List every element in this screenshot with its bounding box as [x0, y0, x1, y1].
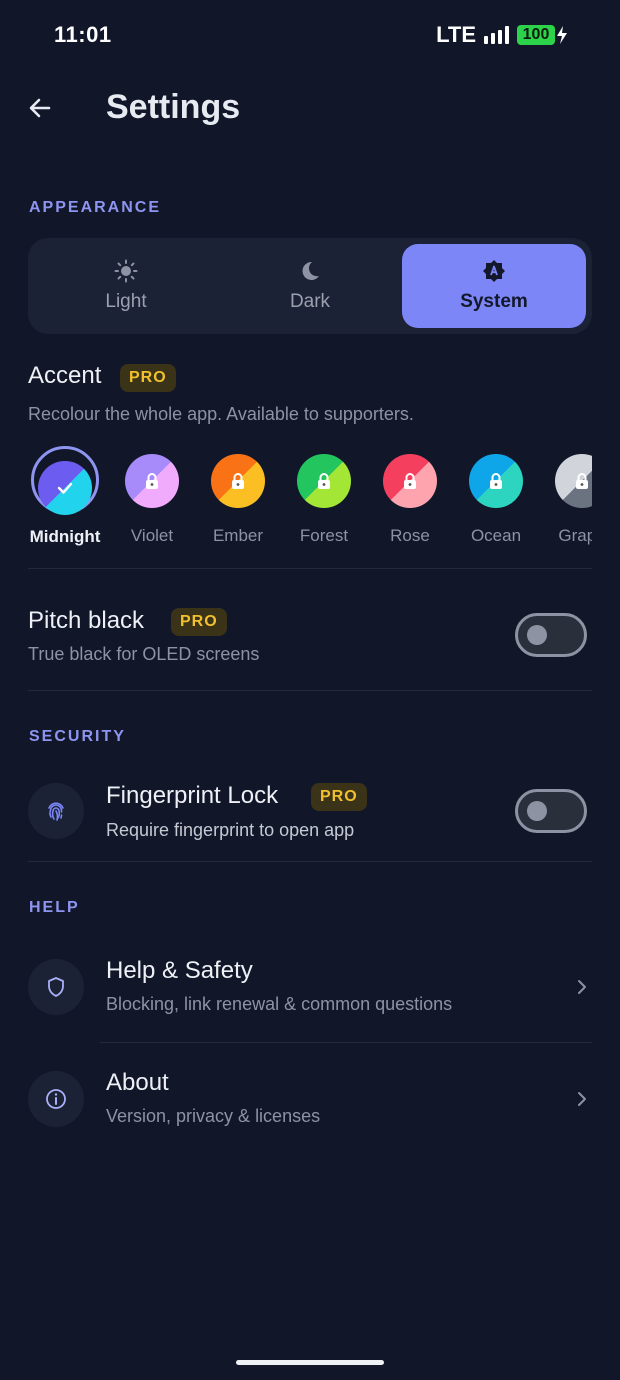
about-row[interactable]: About Version, privacy & licenses	[0, 1052, 620, 1148]
status-time: 11:01	[54, 22, 112, 47]
divider	[100, 1042, 592, 1043]
theme-option-light[interactable]: Light	[34, 244, 218, 328]
about-title: About	[106, 1069, 169, 1096]
swatch-color	[469, 454, 523, 508]
pro-badge: PRO	[171, 608, 227, 636]
sun-icon	[114, 259, 138, 283]
back-arrow-icon[interactable]	[22, 90, 58, 126]
page-title: Settings	[106, 88, 241, 126]
swatch-midnight[interactable]: Midnight	[22, 446, 108, 547]
battery-level: 100	[517, 25, 555, 45]
theme-selector: Light Dark System	[28, 238, 592, 334]
swatch-ember[interactable]: Ember	[195, 446, 281, 546]
divider	[28, 568, 592, 569]
theme-option-system[interactable]: System	[402, 244, 586, 328]
fingerprint-subtitle: Require fingerprint to open app	[106, 820, 355, 840]
accent-subtitle: Recolour the whole app. Available to sup…	[28, 404, 414, 424]
section-appearance: APPEARANCE	[29, 199, 162, 216]
accent-title: Accent	[28, 362, 102, 389]
status-indicators: LTE 100	[436, 22, 568, 48]
pitch-black-toggle[interactable]	[515, 613, 587, 657]
section-help: HELP	[29, 899, 80, 916]
moon-icon	[302, 261, 319, 280]
swatch-name: Graph	[558, 526, 592, 545]
swatch-color	[38, 461, 92, 515]
lock-icon	[318, 473, 330, 489]
swatch-rose[interactable]: Rose	[367, 446, 453, 546]
swatch-color	[383, 454, 437, 508]
fingerprint-toggle[interactable]	[515, 789, 587, 833]
status-bar: 11:01 LTE 100	[0, 0, 620, 72]
toggle-knob	[527, 801, 547, 821]
info-icon-wrap	[28, 1071, 84, 1127]
swatch-color	[555, 454, 592, 508]
swatch-forest[interactable]: Forest	[281, 446, 367, 546]
theme-option-dark[interactable]: Dark	[218, 244, 402, 328]
swatch-graph[interactable]: Graph	[539, 446, 592, 546]
fingerprint-icon	[48, 802, 64, 821]
help-safety-subtitle: Blocking, link renewal & common question…	[106, 994, 453, 1014]
pitch-black-subtitle: True black for OLED screens	[28, 644, 260, 664]
pro-badge: PRO	[311, 783, 367, 811]
battery-icon: 100	[517, 25, 568, 45]
charging-bolt-icon	[557, 26, 567, 44]
theme-label: Light	[105, 291, 147, 312]
lock-icon	[490, 473, 502, 489]
theme-label: System	[460, 291, 528, 312]
home-indicator[interactable]	[236, 1360, 384, 1365]
chevron-right-icon	[578, 1092, 586, 1106]
info-icon	[46, 1089, 66, 1109]
pro-badge: PRO	[120, 364, 176, 392]
swatch-color	[211, 454, 265, 508]
swatch-violet[interactable]: Violet	[109, 446, 195, 546]
lock-icon	[404, 473, 416, 489]
swatch-name: Forest	[299, 526, 349, 545]
check-icon	[57, 482, 73, 494]
settings-screen: 11:01 LTE 100 Settings APPEARANCE Light …	[0, 0, 620, 1380]
lock-icon	[146, 473, 158, 489]
chevron-right-icon	[578, 980, 586, 994]
swatch-name: Midnight	[29, 527, 101, 546]
about-subtitle: Version, privacy & licenses	[106, 1106, 321, 1126]
swatch-name: Ocean	[470, 526, 522, 545]
fingerprint-title: Fingerprint Lock	[106, 782, 279, 809]
divider	[28, 861, 592, 862]
toggle-knob	[527, 625, 547, 645]
lock-icon	[576, 473, 588, 489]
network-type: LTE	[436, 22, 476, 47]
help-safety-title: Help & Safety	[106, 957, 253, 984]
swatch-color	[297, 454, 351, 508]
auto-theme-icon	[483, 260, 505, 282]
fingerprint-icon-wrap	[28, 783, 84, 839]
divider	[28, 690, 592, 691]
signal-icon	[484, 26, 509, 44]
swatch-ocean[interactable]: Ocean	[453, 446, 539, 546]
shield-icon	[48, 977, 64, 997]
section-security: SECURITY	[29, 728, 126, 745]
accent-swatches: Midnight Violet Ember Forest Rose Ocean …	[0, 446, 592, 556]
swatch-name: Ember	[212, 526, 264, 545]
swatch-name: Violet	[130, 526, 174, 545]
help-safety-row[interactable]: Help & Safety Blocking, link renewal & c…	[0, 940, 620, 1036]
shield-icon-wrap	[28, 959, 84, 1015]
pitch-black-title: Pitch black	[28, 607, 145, 634]
swatch-name: Rose	[390, 526, 430, 545]
lock-icon	[232, 473, 244, 489]
swatch-color	[125, 454, 179, 508]
theme-label: Dark	[289, 291, 331, 312]
